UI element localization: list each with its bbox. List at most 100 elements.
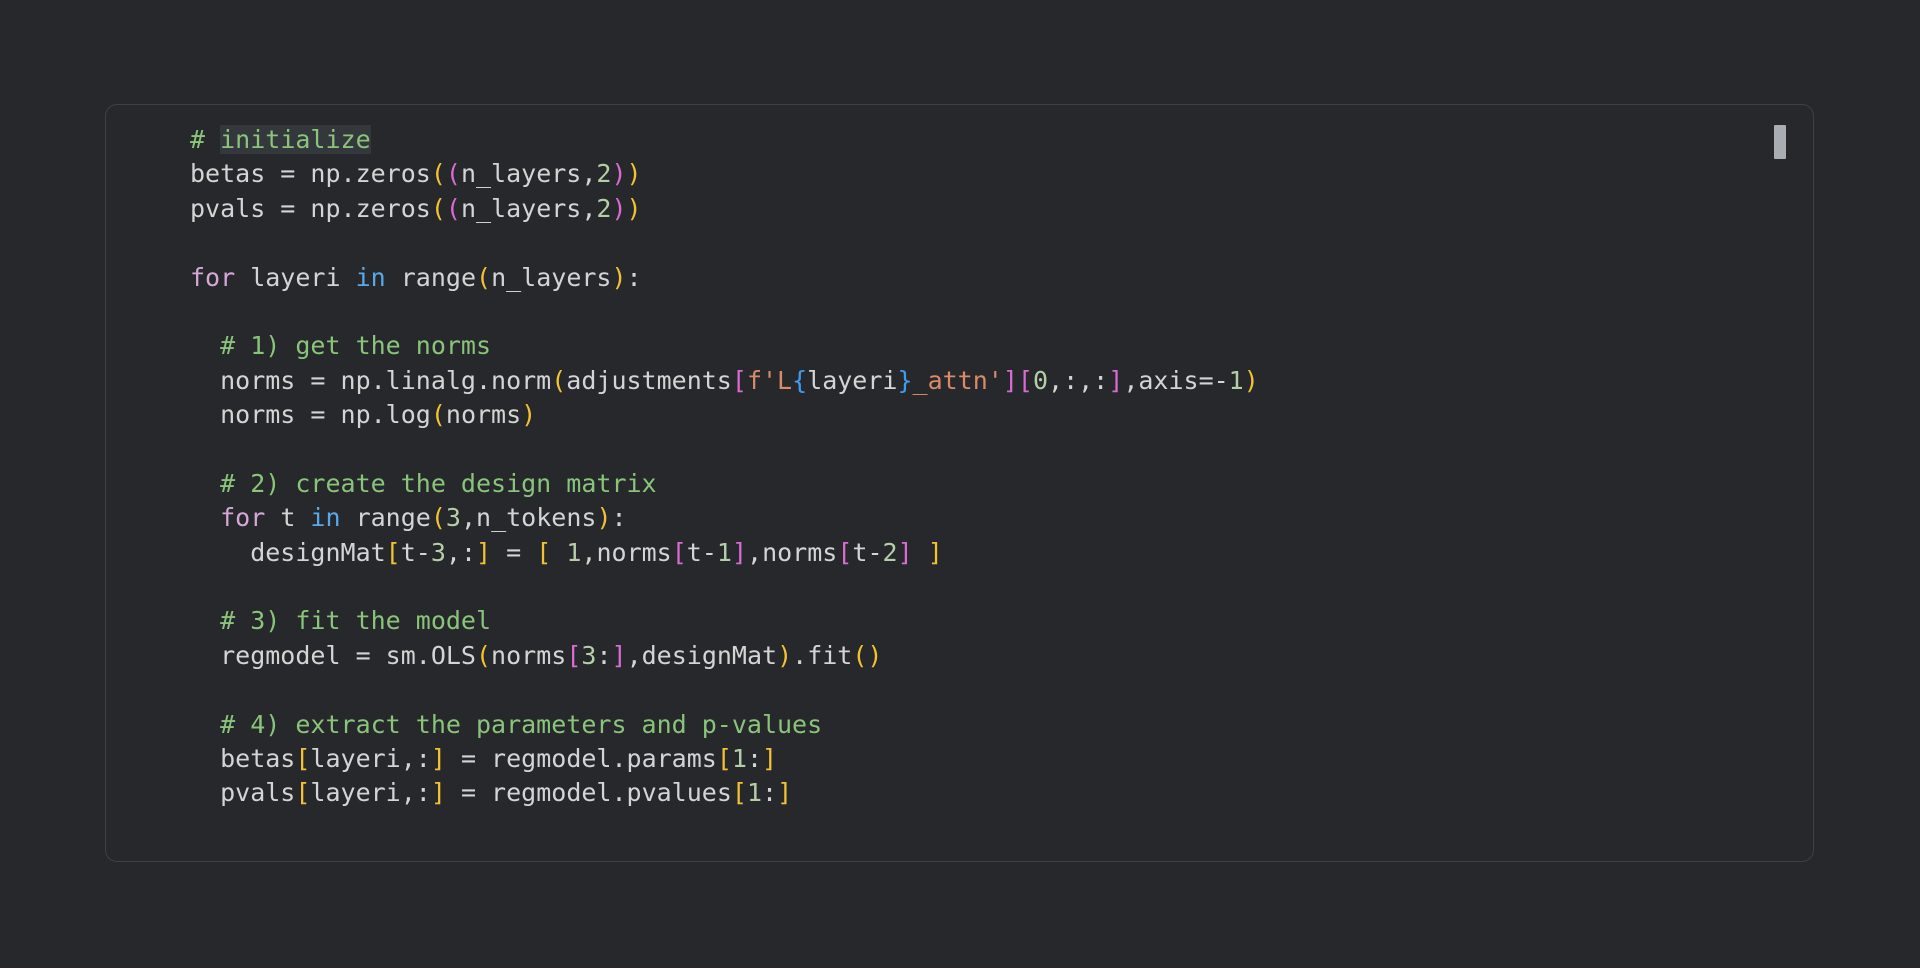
code-token: ) — [626, 193, 642, 223]
code-token: ] — [476, 537, 492, 567]
code-token: [ — [716, 744, 732, 774]
code-token: : — [611, 503, 627, 533]
code-token: ( — [551, 365, 567, 395]
code-token: # 1) get the norms — [220, 331, 492, 361]
code-token: [ — [731, 778, 747, 808]
code-line: # 1) get the norms — [190, 329, 1259, 363]
code-token: betas = np.zeros — [190, 159, 431, 189]
code-line: norms = np.log(norms) — [190, 398, 1259, 432]
code-token: layeri — [807, 365, 898, 395]
code-token: : — [626, 262, 642, 292]
code-token: [ — [295, 778, 311, 808]
code-token: 2 — [596, 159, 612, 189]
code-token: for — [220, 503, 266, 533]
code-token: norms = np.log — [190, 400, 431, 430]
code-token: 1 — [1228, 365, 1244, 395]
code-token: pvals = np.zeros — [190, 193, 431, 223]
code-token: layeri,: — [310, 778, 431, 808]
code-token: range — [385, 262, 476, 292]
code-cell[interactable]: # initialize betas = np.zeros((n_layers,2… — [105, 104, 1814, 862]
code-token: 1 — [566, 537, 582, 567]
code-token: ,: — [445, 537, 477, 567]
code-token: layeri — [235, 262, 356, 292]
code-token: norms = np.linalg.norm — [190, 365, 552, 395]
code-token: ) — [611, 193, 627, 223]
code-token: for — [190, 262, 236, 292]
code-token: n_layers, — [460, 159, 597, 189]
code-token: ( — [430, 503, 446, 533]
code-token: = regmodel.params — [445, 744, 717, 774]
code-line: for layeri in range(n_layers): — [190, 261, 1259, 295]
code-token: [ — [1017, 365, 1033, 395]
code-token: norms — [445, 400, 522, 430]
code-token: t- — [686, 537, 717, 567]
code-line: regmodel = sm.OLS(norms[3:],designMat).f… — [190, 639, 1259, 673]
code-token: 1 — [716, 537, 732, 567]
code-token: # 4) extract the parameters and p-values — [220, 709, 823, 739]
code-token: [ — [671, 537, 687, 567]
code-token: [ — [731, 365, 747, 395]
code-token: ] — [897, 537, 913, 567]
code-token: ,axis=- — [1123, 365, 1229, 395]
code-editor[interactable]: # initialize betas = np.zeros((n_layers,2… — [190, 123, 1259, 811]
code-token: t — [265, 503, 311, 533]
code-token: { — [792, 365, 808, 395]
code-token: ] — [731, 537, 748, 567]
code-token: norms — [491, 640, 567, 670]
code-line: # 4) extract the parameters and p-values — [190, 708, 1259, 742]
code-token: ] — [1002, 365, 1018, 395]
code-token: t- — [400, 537, 431, 567]
code-token: ] — [430, 744, 446, 774]
code-token: 3 — [445, 503, 461, 533]
code-token: ] — [611, 640, 627, 670]
code-token: ] — [762, 744, 778, 774]
code-token: ) — [596, 503, 612, 533]
code-token: [ — [536, 537, 552, 567]
code-token: ( — [476, 262, 492, 292]
code-token: betas — [190, 744, 296, 774]
code-token: ] — [777, 778, 793, 808]
code-token: = — [491, 537, 537, 567]
editor-window: # initialize betas = np.zeros((n_layers,2… — [0, 0, 1920, 968]
code-token: _attn' — [912, 365, 1003, 395]
code-token: 3 — [430, 537, 446, 567]
code-token: ) — [611, 159, 627, 189]
code-token: () — [852, 640, 883, 670]
code-token: f'L — [746, 365, 793, 395]
code-token: range — [340, 503, 431, 533]
code-token: : — [596, 640, 612, 670]
code-token: .fit — [792, 640, 853, 670]
code-token: ) — [611, 262, 627, 292]
code-token: t- — [852, 537, 883, 567]
code-token: # 2) create the design matrix — [220, 468, 657, 498]
code-token: } — [897, 365, 913, 395]
code-token: ,norms — [581, 537, 672, 567]
code-line: # initialize — [190, 123, 1259, 157]
code-token: ) — [626, 159, 642, 189]
code-token: 2 — [596, 193, 612, 223]
code-line: pvals = np.zeros((n_layers,2)) — [190, 192, 1259, 226]
code-token: ( — [445, 193, 461, 223]
code-token: in — [310, 503, 341, 533]
code-token: n_layers, — [460, 193, 597, 223]
code-token: adjustments — [566, 365, 732, 395]
code-token: ( — [445, 159, 461, 189]
code-line: designMat[t-3,:] = [ 1,norms[t-1],norms[… — [190, 536, 1259, 570]
code-line: # 3) fit the model — [190, 604, 1259, 638]
code-token: ) — [1243, 365, 1259, 395]
code-token: # 3) fit the model — [220, 606, 492, 636]
cell-selection-marker-icon[interactable] — [1774, 125, 1786, 159]
code-token: ,designMat — [626, 640, 778, 670]
code-token: regmodel = sm.OLS — [190, 640, 476, 670]
code-token: ,n_tokens — [460, 503, 597, 533]
code-token: [ — [385, 537, 401, 567]
code-line: betas = np.zeros((n_layers,2)) — [190, 157, 1259, 191]
